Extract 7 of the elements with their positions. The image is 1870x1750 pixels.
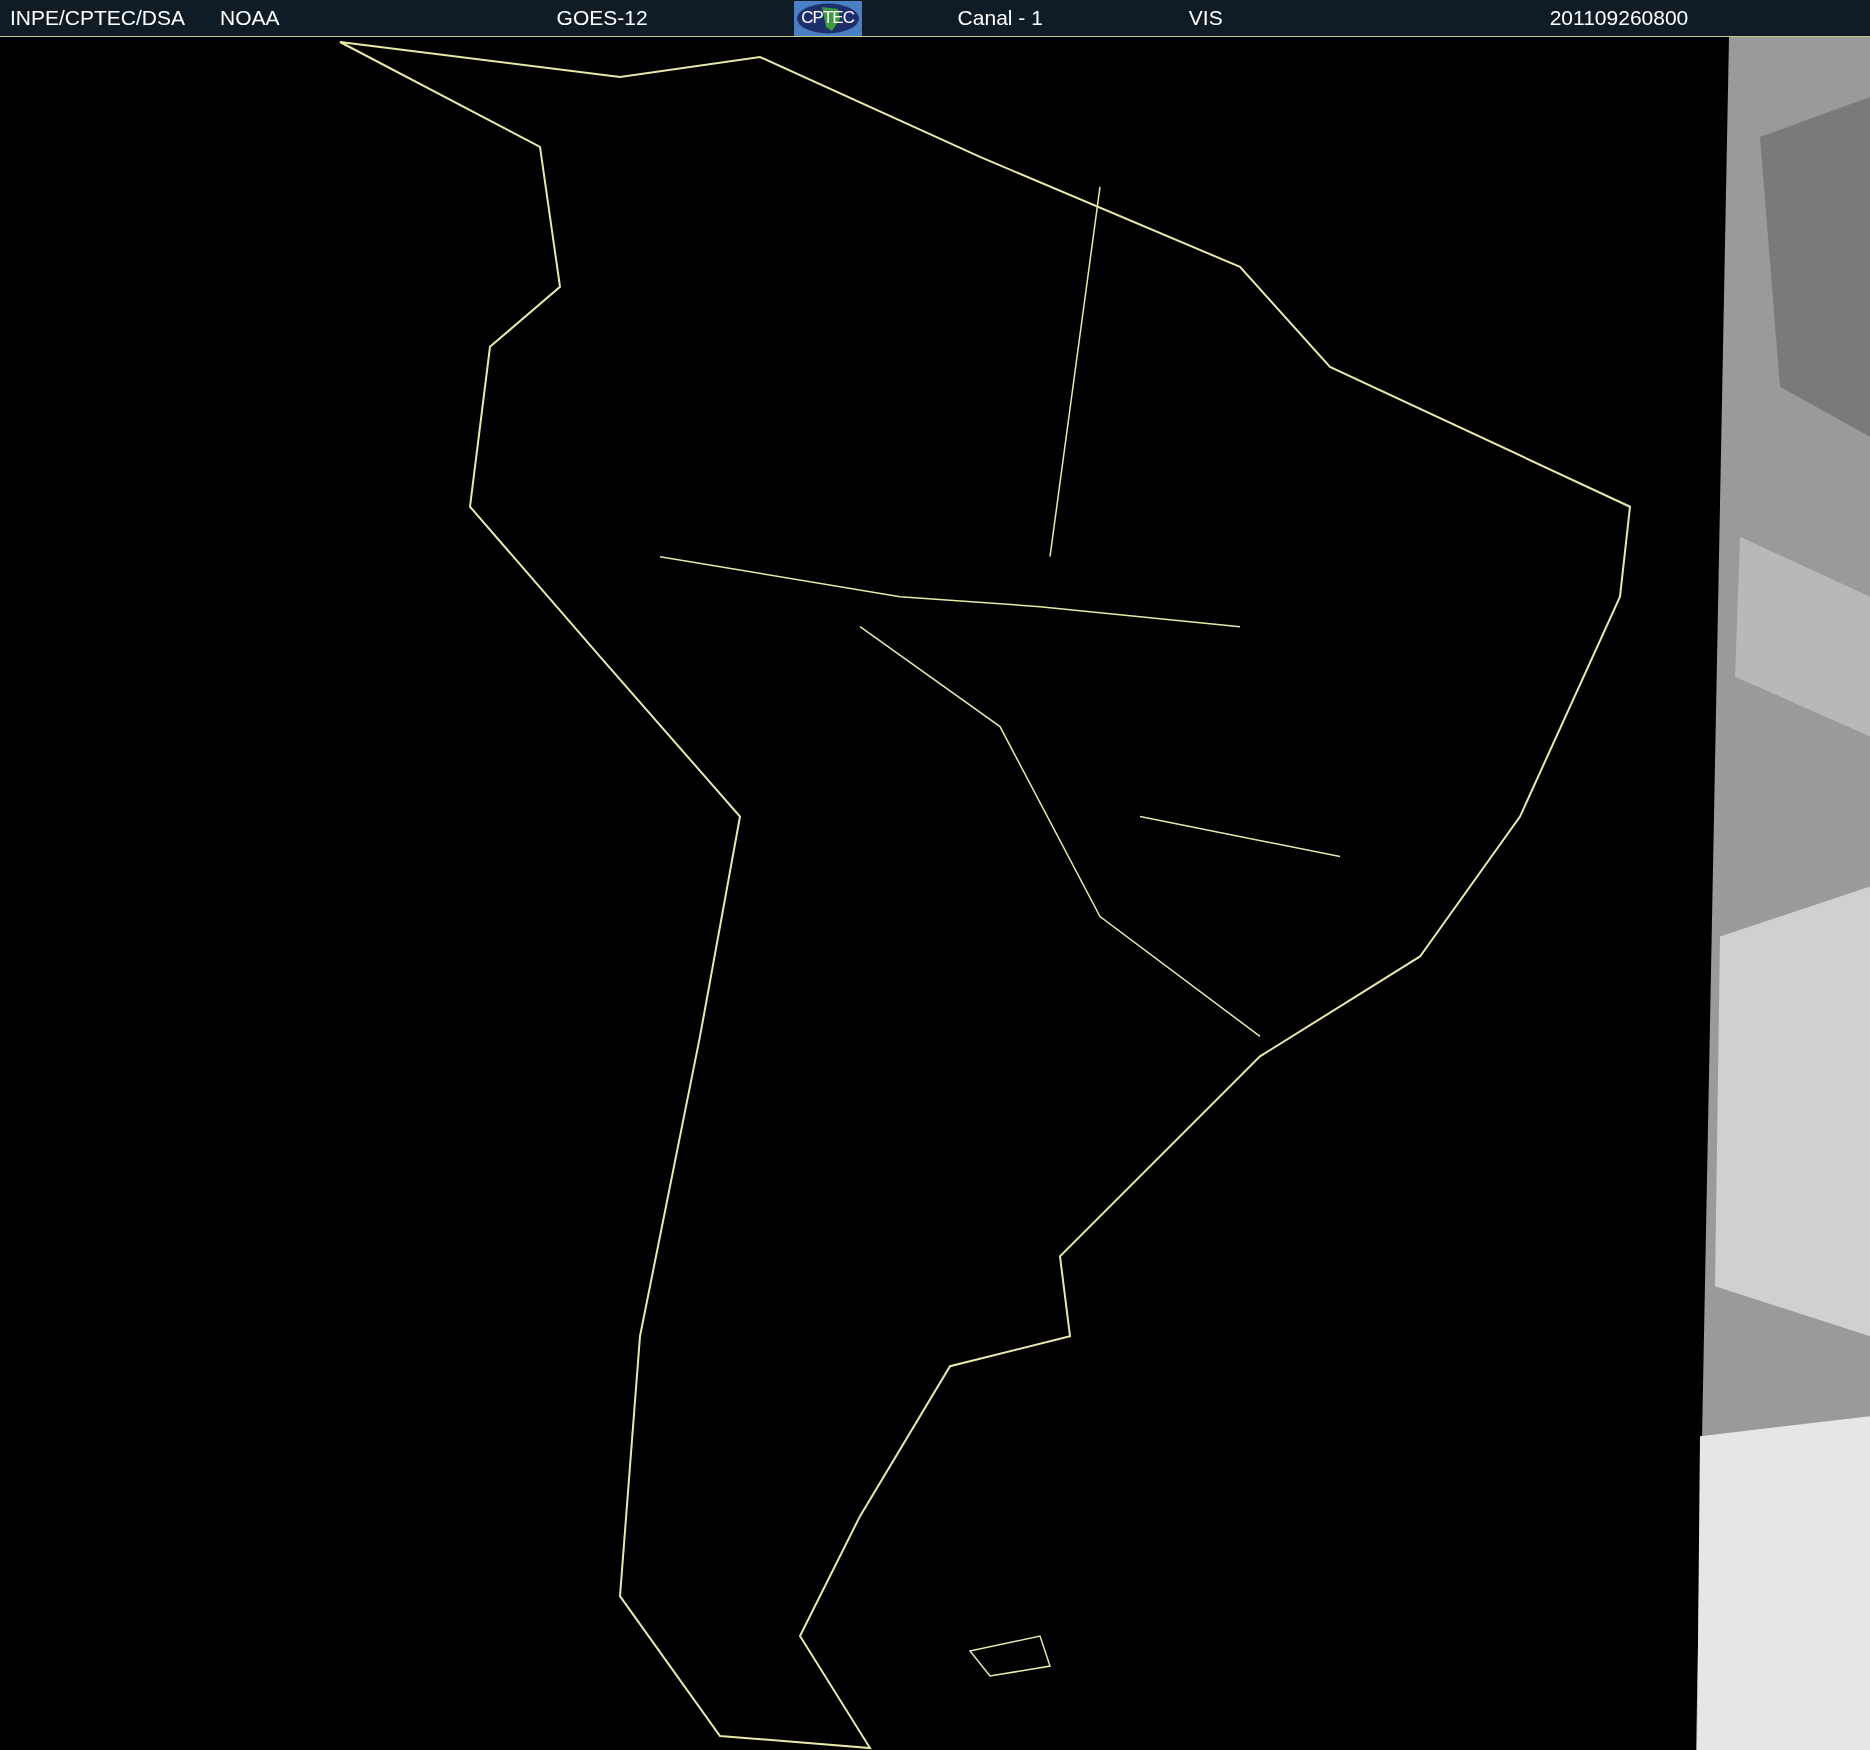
header-label: VIS bbox=[1188, 6, 1223, 30]
logo: CPTEC bbox=[793, 0, 862, 36]
header-label: GOES-12 bbox=[556, 6, 648, 30]
header-label: Canal - 1 bbox=[957, 6, 1043, 30]
header-label: NOAA bbox=[220, 6, 280, 30]
header-label: 201109260800 bbox=[1549, 6, 1689, 30]
header-label: INPE/CPTEC/DSA bbox=[10, 6, 186, 30]
